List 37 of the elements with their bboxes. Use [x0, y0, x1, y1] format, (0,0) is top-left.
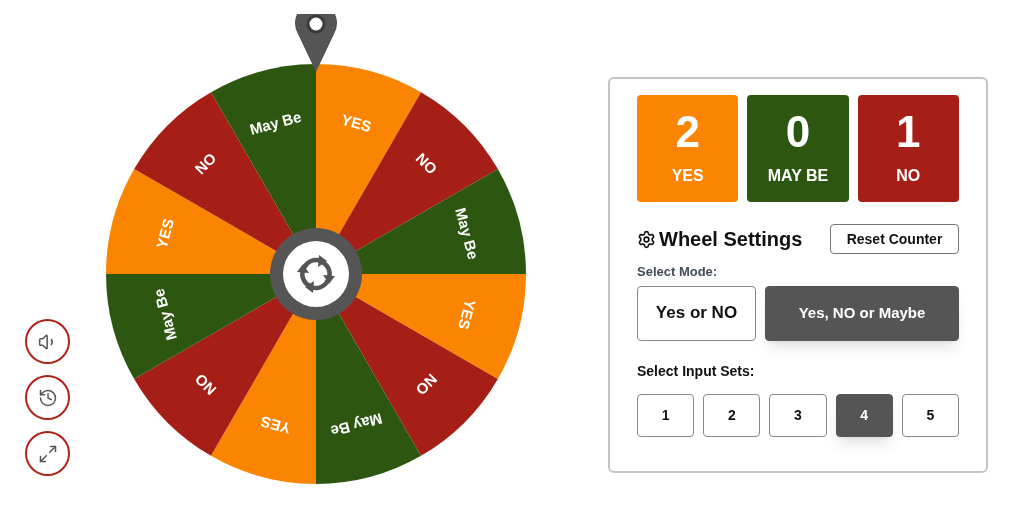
input-set-button[interactable]: 5: [901, 393, 959, 437]
counter-label: MAY BE: [767, 165, 829, 186]
segment-label: YES: [455, 297, 480, 332]
segment-label: YES: [258, 413, 293, 438]
input-set-button[interactable]: 3: [769, 393, 827, 437]
segment-label: May Be: [247, 107, 304, 138]
input-set-button[interactable]: 4: [835, 393, 893, 437]
settings-title: Wheel Settings: [659, 227, 803, 252]
segment-label: YES: [152, 216, 177, 251]
history-button[interactable]: [25, 375, 70, 420]
segment-label: May Be: [328, 410, 385, 441]
pointer-pin: [295, 14, 337, 72]
input-sets-label: Select Input Sets:: [637, 361, 756, 381]
segment-label: NO: [191, 149, 220, 178]
settings-icon: [637, 229, 656, 249]
counter-value: 1: [896, 109, 921, 154]
counter-label: NO: [896, 165, 921, 186]
mode-label: Select Mode:: [637, 263, 719, 281]
history-icon: [37, 387, 58, 408]
counter-value: 2: [675, 109, 700, 154]
fullscreen-button[interactable]: [25, 431, 70, 476]
counter-label: YES: [671, 165, 704, 186]
segment-label: NO: [412, 149, 441, 178]
mode-button[interactable]: Yes, NO or Maybe: [765, 285, 959, 341]
mode-button[interactable]: Yes or NO: [637, 285, 756, 341]
spin-button[interactable]: [270, 228, 362, 320]
reset-counter-button[interactable]: Reset Counter: [830, 224, 959, 254]
counter-value: 0: [785, 109, 811, 154]
input-set-button[interactable]: 1: [637, 393, 695, 437]
expand-icon: [37, 443, 58, 464]
segment-label: NO: [191, 370, 220, 399]
sound-button[interactable]: [25, 319, 70, 364]
segment-label: May Be: [149, 286, 180, 343]
segment-label: May Be: [452, 205, 483, 262]
input-set-button[interactable]: 2: [703, 393, 761, 437]
segment-label: NO: [412, 370, 441, 399]
segment-label: YES: [339, 110, 374, 135]
